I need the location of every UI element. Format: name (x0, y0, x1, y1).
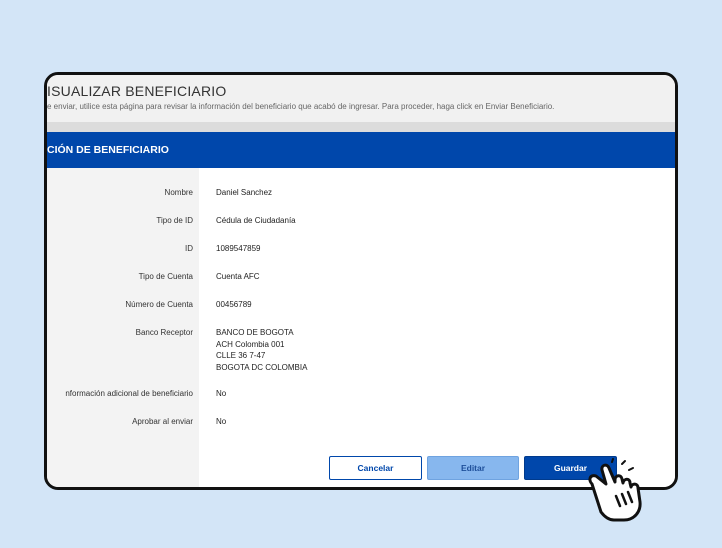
section-title: CIÓN DE BENEFICIARIO (47, 144, 169, 156)
field-value-nombre: Daniel Sanchez (216, 188, 273, 197)
app-window: ISUALIZAR BENEFICIARIO e enviar, utilice… (44, 72, 678, 490)
field-label-tipo-id: Tipo de ID (156, 216, 193, 225)
header-divider (47, 122, 675, 132)
field-label-tipo-cuenta: Tipo de Cuenta (138, 272, 193, 281)
page-header: ISUALIZAR BENEFICIARIO e enviar, utilice… (47, 75, 675, 122)
field-value-banco-line-4: BOGOTA DC COLOMBIA (216, 362, 308, 372)
field-label-aprobar: Aprobar al enviar (132, 417, 193, 426)
edit-button[interactable]: Editar (427, 456, 519, 480)
field-value-banco-line-3: CLLE 36 7-47 (216, 351, 266, 360)
field-value-banco-line-2: ACH Colombia 001 (216, 339, 285, 349)
field-label-id: ID (185, 244, 193, 253)
field-value-tipo-cuenta: Cuenta AFC (216, 272, 260, 281)
cancel-button[interactable]: Cancelar (329, 456, 422, 480)
field-value-numero-cuenta: 00456789 (216, 300, 252, 309)
field-value-info-adicional: No (216, 389, 227, 398)
page-subtitle: e enviar, utilice esta página para revis… (47, 102, 555, 111)
field-value-id: 1089547859 (216, 244, 261, 253)
field-label-banco-receptor: Banco Receptor (135, 328, 193, 337)
field-value-banco-line-1: BANCO DE BOGOTA (216, 328, 294, 337)
hand-pointer-icon (588, 458, 642, 522)
field-value-aprobar: No (216, 417, 227, 426)
field-value-tipo-id: Cédula de Ciudadanía (216, 216, 296, 225)
field-label-numero-cuenta: Número de Cuenta (125, 300, 193, 309)
section-header: CIÓN DE BENEFICIARIO (47, 132, 675, 168)
field-label-info-adicional: nformación adicional de beneficiario (65, 389, 193, 398)
page-title: ISUALIZAR BENEFICIARIO (47, 83, 227, 99)
field-label-nombre: Nombre (164, 188, 193, 197)
